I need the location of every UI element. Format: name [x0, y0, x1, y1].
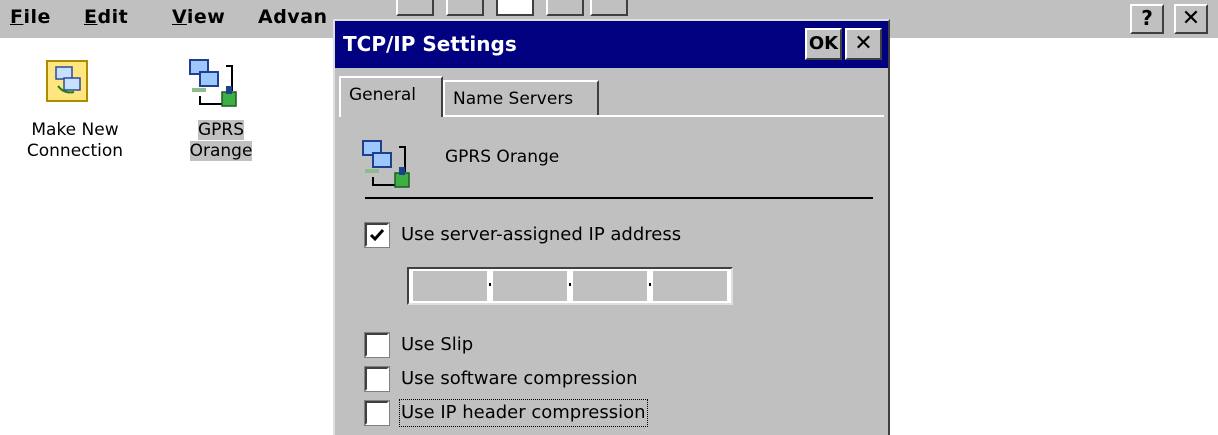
dialog-title: TCP/IP Settings: [343, 32, 517, 56]
ok-button[interactable]: OK: [805, 28, 842, 60]
server-assigned-ip-checkbox[interactable]: [364, 222, 390, 248]
make-new-connection-item[interactable]: Make New Connection: [10, 52, 140, 182]
use-slip-label: Use Slip: [401, 334, 474, 355]
gprs-orange-label: GPRS Orange: [189, 120, 253, 161]
connection-name: GPRS Orange: [445, 147, 560, 167]
toolbar-button[interactable]: [446, 0, 484, 16]
ip-octet-1[interactable]: [413, 271, 487, 301]
menu-file[interactable]: File: [10, 6, 51, 28]
ip-separator: [649, 283, 651, 286]
tcpip-settings-dialog: TCP/IP Settings OK ✕ General Name Server…: [333, 19, 890, 435]
tab-name-servers[interactable]: Name Servers: [443, 80, 599, 116]
help-button[interactable]: ?: [1130, 4, 1164, 34]
ip-header-compression-checkbox[interactable]: [364, 400, 390, 426]
menu-edit[interactable]: Edit: [84, 6, 128, 28]
general-tab-panel: GPRS Orange Use server-assigned IP addre…: [339, 115, 884, 433]
toolbar-button[interactable]: [396, 0, 434, 16]
make-new-connection-label: Make New Connection: [26, 120, 124, 161]
gprs-orange-item[interactable]: GPRS Orange: [176, 52, 266, 182]
ip-octet-4[interactable]: [653, 271, 727, 301]
tab-general[interactable]: General: [339, 76, 443, 117]
checkmark-icon: [369, 229, 385, 242]
ip-octet-3[interactable]: [573, 271, 647, 301]
divider: [365, 197, 873, 199]
ip-separator: [569, 283, 571, 286]
use-slip-checkbox[interactable]: [364, 332, 390, 358]
dialog-titlebar: TCP/IP Settings OK ✕: [335, 21, 888, 68]
network-connection-icon: [359, 137, 415, 197]
server-assigned-ip-label: Use server-assigned IP address: [401, 224, 682, 245]
ip-address-field[interactable]: [407, 267, 733, 305]
toolbar-button[interactable]: [496, 0, 534, 16]
software-compression-checkbox[interactable]: [364, 366, 390, 392]
ip-header-compression-label: Use IP header compression: [399, 399, 648, 427]
dialog-close-button[interactable]: ✕: [845, 28, 882, 60]
menu-advanced[interactable]: Advan: [258, 6, 328, 28]
ip-octet-2[interactable]: [493, 271, 567, 301]
network-connection-icon: [186, 56, 242, 118]
tab-row: General Name Servers: [335, 76, 888, 117]
close-icon: ✕: [854, 31, 873, 56]
toolbar-button[interactable]: [546, 0, 584, 16]
make-new-connection-icon: [44, 58, 90, 110]
ip-separator: [489, 283, 491, 286]
toolbar-button[interactable]: [590, 0, 628, 16]
software-compression-label: Use software compression: [401, 368, 638, 389]
menu-view[interactable]: View: [172, 6, 225, 28]
close-button[interactable]: ✕: [1174, 4, 1208, 34]
